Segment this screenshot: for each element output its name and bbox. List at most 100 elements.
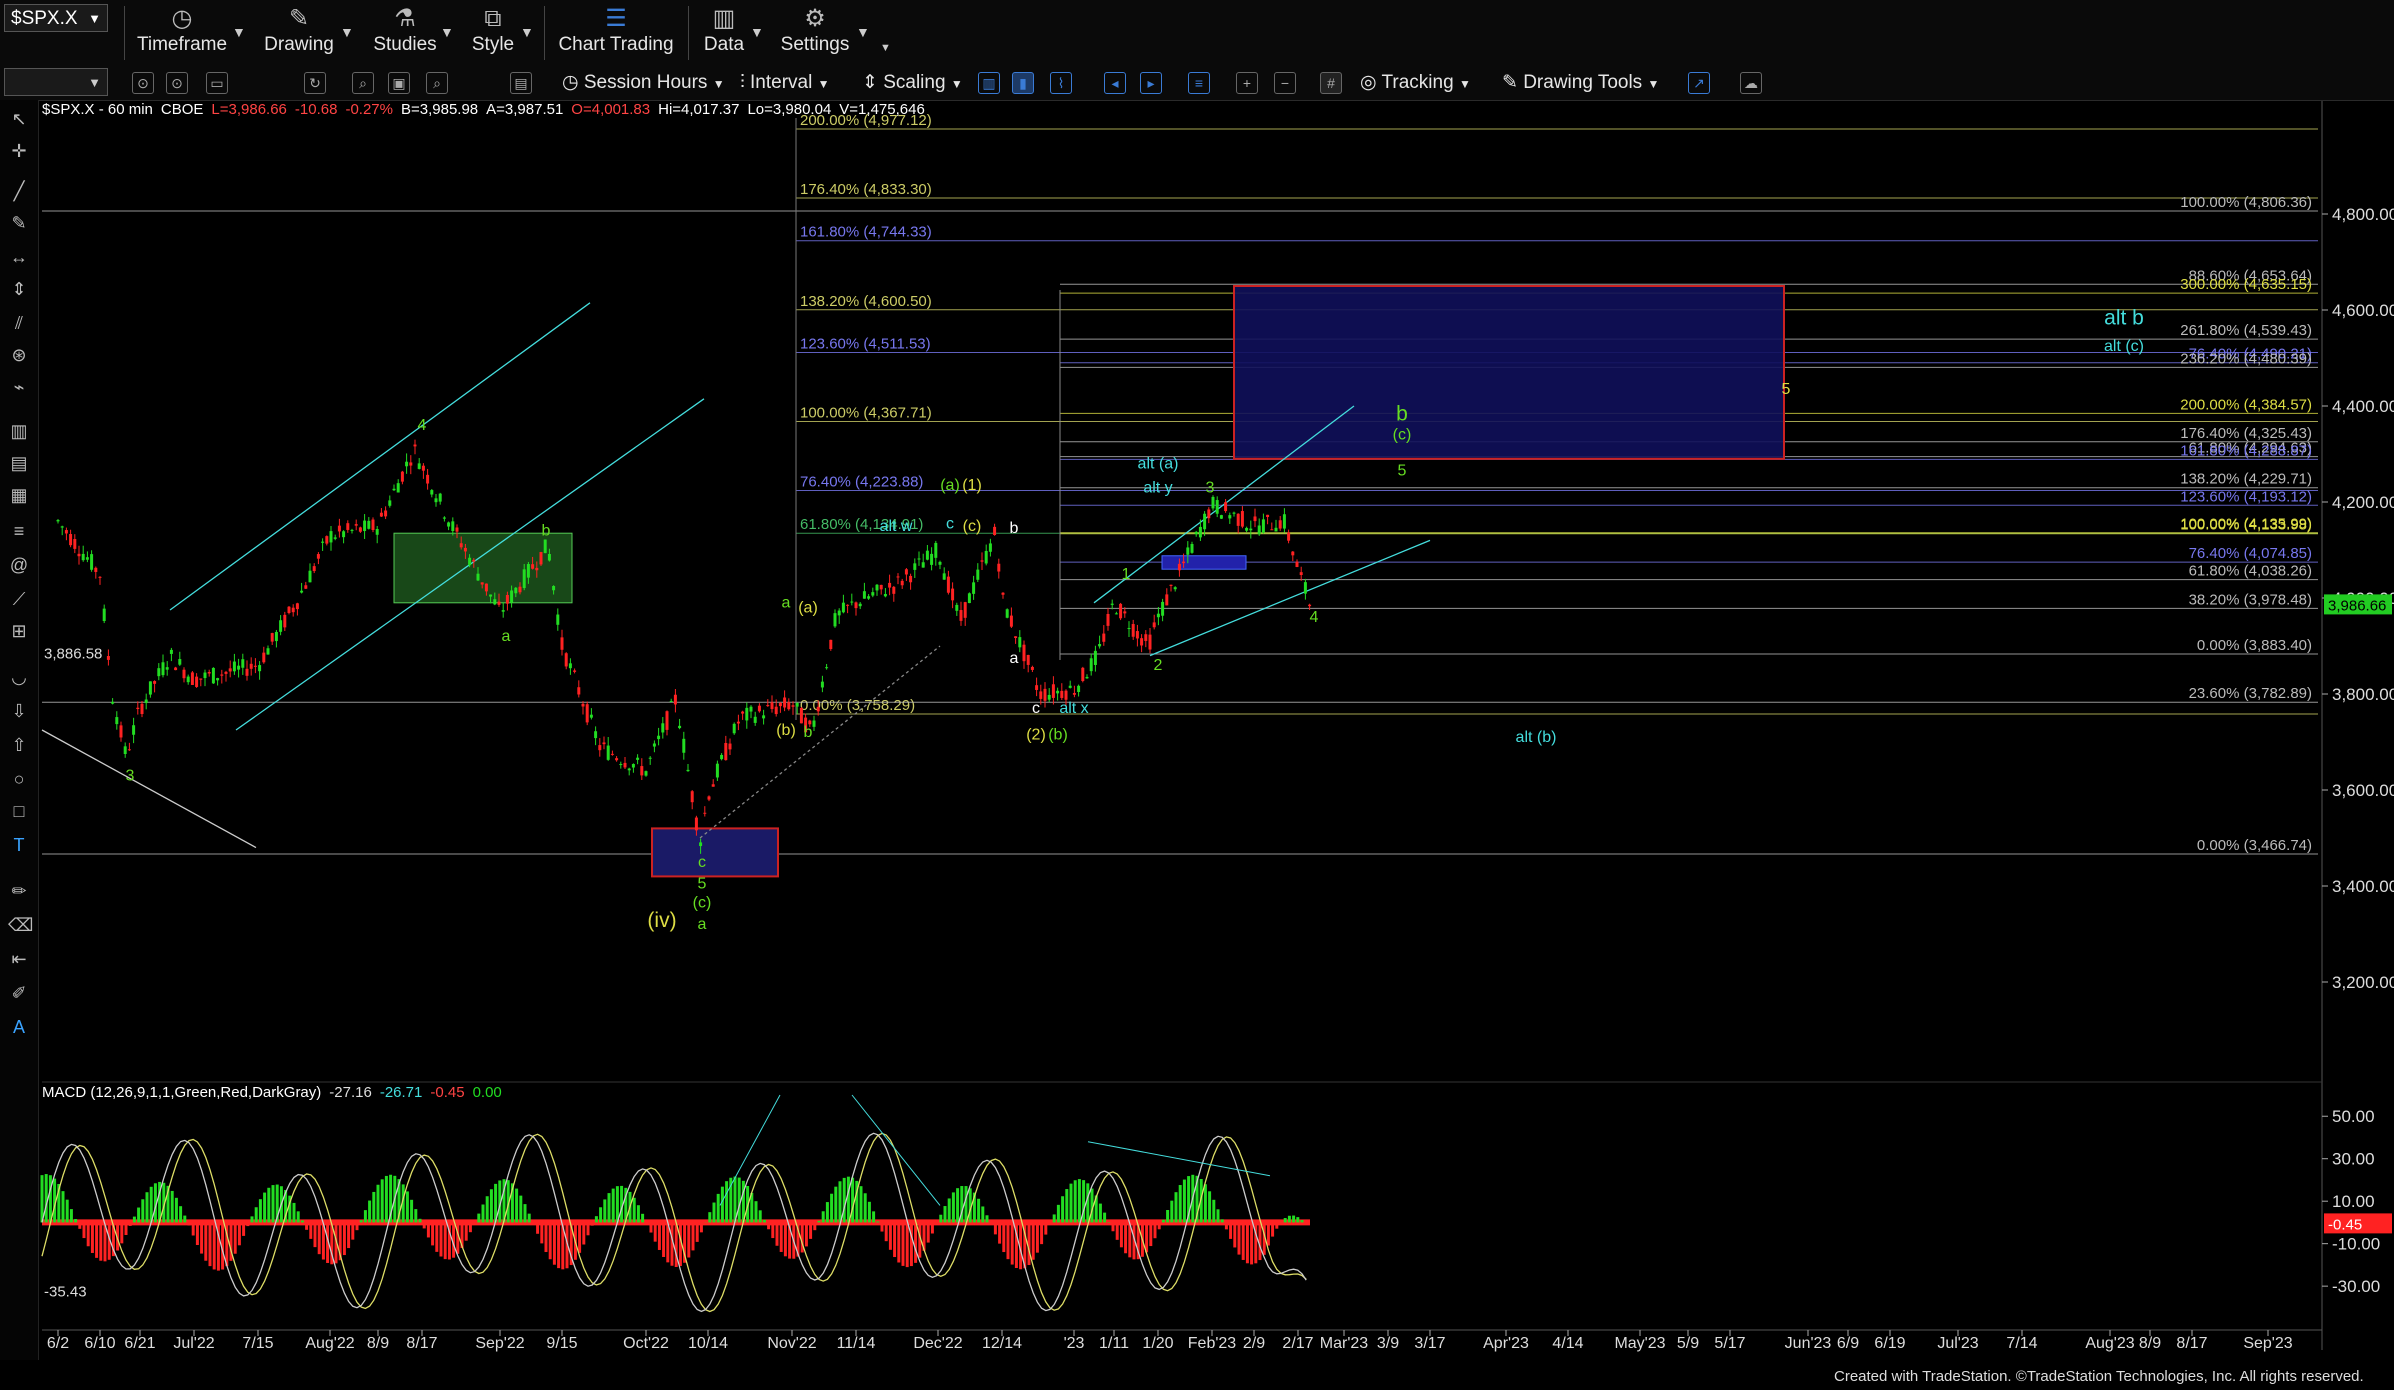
candle-body bbox=[993, 526, 997, 536]
copyright-notice: Created with TradeStation. ©TradeStation… bbox=[1834, 1368, 2364, 1385]
candle-body bbox=[518, 586, 522, 593]
data-button[interactable]: ▥ Data bbox=[696, 4, 752, 62]
refresh-icon[interactable]: ↻ bbox=[304, 72, 326, 94]
candle-body bbox=[640, 766, 644, 776]
search-icon[interactable]: ⌕ bbox=[426, 72, 448, 94]
wave-label: 2 bbox=[1154, 657, 1163, 674]
candle-body bbox=[354, 524, 358, 526]
spiral-icon[interactable]: @ bbox=[8, 554, 30, 576]
style-button[interactable]: ⧉ Style bbox=[460, 4, 526, 62]
arc-icon[interactable]: ◡ bbox=[8, 666, 30, 688]
symbol-link-selector[interactable]: ▼ bbox=[4, 68, 108, 96]
candle-body bbox=[1030, 666, 1034, 670]
ellipse-icon[interactable]: ○ bbox=[8, 768, 30, 790]
candle-body bbox=[925, 550, 929, 560]
bars-icon[interactable]: ▥ bbox=[8, 420, 30, 442]
chevron-down-icon[interactable]: ▼ bbox=[856, 24, 870, 40]
pen-icon[interactable]: ✎ bbox=[8, 212, 30, 234]
layout-icon[interactable]: ≡ bbox=[1188, 72, 1210, 94]
tracking-menu[interactable]: ◎ Tracking ▼ bbox=[1360, 70, 1471, 96]
studies-button[interactable]: ⚗ Studies bbox=[360, 4, 450, 62]
candle-body bbox=[1253, 516, 1257, 522]
drawing-button[interactable]: ✎ Drawing bbox=[254, 4, 344, 62]
text-style-icon[interactable]: A bbox=[8, 1016, 30, 1038]
candle-body bbox=[522, 569, 526, 589]
fib-label: 200.00% (4,384.57) bbox=[2180, 396, 2312, 413]
chevron-down-icon: ▼ bbox=[817, 77, 830, 91]
candle-body bbox=[375, 529, 379, 535]
time-tick-label: 3/17 bbox=[1414, 1335, 1445, 1352]
arrow-up-icon[interactable]: ⇧ bbox=[8, 734, 30, 756]
chevron-down-icon[interactable]: ▼ bbox=[880, 42, 891, 54]
session-hours-label: Session Hours bbox=[583, 72, 708, 93]
gann-icon[interactable]: ⊞ bbox=[8, 620, 30, 642]
candle-body bbox=[283, 614, 287, 628]
grid-icon[interactable]: # bbox=[1320, 72, 1342, 94]
snap-icon[interactable]: ⇤ bbox=[8, 948, 30, 970]
candle-body bbox=[585, 704, 589, 723]
cursor-icon[interactable]: ↖ bbox=[8, 108, 30, 130]
trendline-icon[interactable]: ╱ bbox=[8, 180, 30, 202]
cloud-icon[interactable]: ☁ bbox=[1740, 72, 1762, 94]
chevron-down-icon[interactable]: ▼ bbox=[750, 24, 764, 40]
scaling-menu[interactable]: ⇕ Scaling ▼ bbox=[862, 70, 963, 96]
scroll-left-icon[interactable]: ◂ bbox=[1104, 72, 1126, 94]
candle-body bbox=[1014, 636, 1018, 639]
drawing-tools-menu[interactable]: ✎ Drawing Tools ▼ bbox=[1502, 70, 1659, 96]
chart-trading-button[interactable]: ☰ Chart Trading bbox=[556, 4, 676, 62]
save-icon[interactable]: ▣ bbox=[388, 72, 410, 94]
bar-chart-icon[interactable]: ▥ bbox=[978, 72, 1000, 94]
vertical-line-icon[interactable]: ⇕ bbox=[8, 278, 30, 300]
eraser-icon[interactable]: ⌫ bbox=[8, 914, 33, 936]
candle-body bbox=[690, 791, 694, 803]
candle-body bbox=[946, 576, 950, 593]
timeframe-button[interactable]: ◷ Timeframe bbox=[132, 4, 232, 62]
lines-icon[interactable]: ≡ bbox=[8, 520, 30, 542]
fib-icon[interactable]: ▤ bbox=[8, 452, 30, 474]
chevron-down-icon[interactable]: ▼ bbox=[232, 24, 246, 40]
wave-label: (2) bbox=[1026, 727, 1046, 744]
candle-body bbox=[388, 500, 392, 506]
search-icon[interactable]: ⌕ bbox=[352, 72, 374, 94]
window-icon[interactable]: ▭ bbox=[206, 72, 228, 94]
chevron-down-icon[interactable]: ▼ bbox=[520, 24, 534, 40]
link-icon[interactable]: ⊙ bbox=[166, 72, 188, 94]
candlestick-icon[interactable]: ▮ bbox=[1012, 72, 1034, 94]
grid-icon[interactable]: ▦ bbox=[8, 484, 30, 506]
macd-tick-label: -10.00 bbox=[2332, 1235, 2380, 1254]
candle-body bbox=[648, 757, 652, 759]
chart-canvas[interactable]: 200.00% (4,977.12)176.40% (4,833.30)161.… bbox=[0, 0, 2394, 1390]
zoom-in-icon[interactable]: + bbox=[1236, 72, 1258, 94]
timeframe-label: Timeframe bbox=[136, 34, 228, 55]
fan-icon[interactable]: ⟋ bbox=[8, 588, 30, 610]
rectangle-icon[interactable]: □ bbox=[8, 800, 30, 822]
time-tick-label: 8/9 bbox=[367, 1335, 389, 1352]
horizontal-line-icon[interactable]: ↔ bbox=[8, 246, 30, 268]
scroll-right-icon[interactable]: ▸ bbox=[1140, 72, 1162, 94]
line-chart-icon[interactable]: ⌇ bbox=[1050, 72, 1072, 94]
zoom-out-icon[interactable]: − bbox=[1274, 72, 1296, 94]
crosshair-icon[interactable]: ✛ bbox=[8, 140, 30, 162]
session-hours-menu[interactable]: ◷ Session Hours ▼ bbox=[562, 70, 725, 96]
highlighter-icon[interactable]: ✐ bbox=[8, 982, 30, 1004]
price-tick-label: 3,400.00 bbox=[2332, 877, 2394, 896]
text-icon[interactable]: T bbox=[8, 834, 30, 856]
symbol-selector[interactable]: $SPX.X ▼ bbox=[4, 4, 108, 32]
properties-icon[interactable]: ▤ bbox=[510, 72, 532, 94]
price-tick-label: 3,200.00 bbox=[2332, 973, 2394, 992]
interval-menu[interactable]: ⫶ Interval ▼ bbox=[740, 70, 830, 96]
candle-body bbox=[262, 652, 266, 663]
candle-body bbox=[610, 753, 614, 755]
candle-body bbox=[1240, 511, 1244, 527]
brush-icon[interactable]: ⌁ bbox=[8, 376, 30, 398]
channel-icon[interactable]: ⫽ bbox=[8, 312, 30, 334]
pencil-icon[interactable]: ✏ bbox=[8, 880, 30, 902]
wave-label: alt b bbox=[2104, 306, 2144, 329]
chevron-down-icon[interactable]: ▼ bbox=[440, 24, 454, 40]
arrow-down-icon[interactable]: ⇩ bbox=[8, 700, 30, 722]
link-icon[interactable]: ⊙ bbox=[132, 72, 154, 94]
cycle-icon[interactable]: ⊛ bbox=[8, 344, 30, 366]
settings-button[interactable]: ⚙ Settings bbox=[770, 4, 860, 62]
chevron-down-icon[interactable]: ▼ bbox=[340, 24, 354, 40]
export-icon[interactable]: ↗ bbox=[1688, 72, 1710, 94]
